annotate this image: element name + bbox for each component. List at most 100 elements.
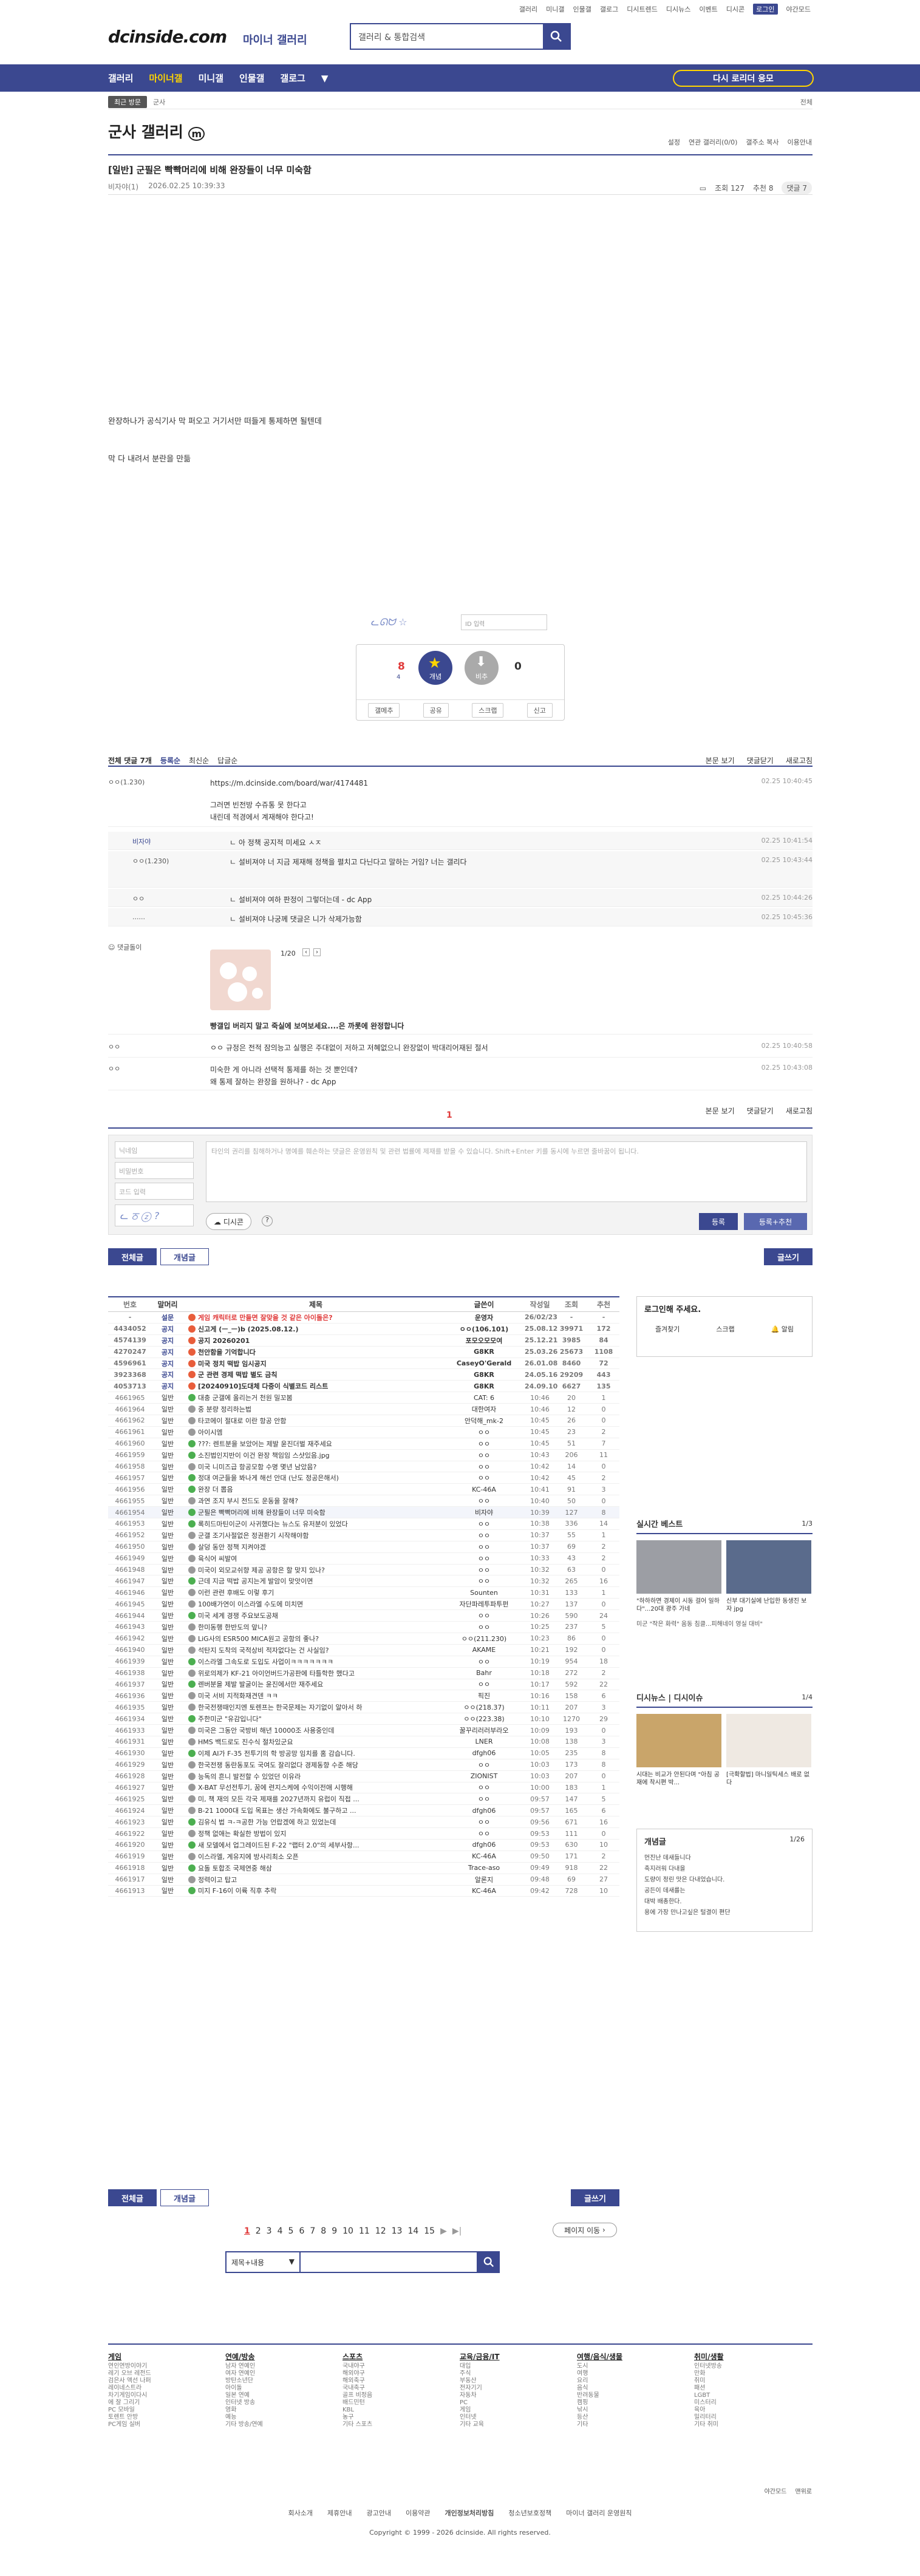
page-link[interactable]: 4 bbox=[278, 2226, 283, 2236]
footer-link[interactable]: 청소년보호정책 bbox=[508, 2509, 551, 2517]
all-posts-button[interactable]: 전체글 bbox=[108, 1248, 157, 1265]
post-writer[interactable]: KC-46A bbox=[443, 1852, 525, 1860]
table-row[interactable]: 4661919 일반 이스라엘, 계유지에 방사리최소 오픈 KC-46A 09:50 1… bbox=[108, 1851, 619, 1863]
util-link[interactable]: 디시콘 bbox=[726, 4, 745, 14]
footer-column-title[interactable]: 교육/금융/IT bbox=[460, 2353, 500, 2360]
post-subject[interactable]: 미국이 외모교쉬향 제공 공항은 할 맞지 있나? bbox=[183, 1565, 443, 1575]
table-row[interactable]: 4661928 일반 능독의 흔니 발전할 수 있었던 이유라 ZIONIST 10:0… bbox=[108, 1771, 619, 1782]
post-writer[interactable]: AKAME bbox=[443, 1646, 525, 1654]
footer-link[interactable]: 기타 스포츠 bbox=[342, 2421, 372, 2428]
best-list-item[interactable]: 축지러워 다내을 bbox=[644, 1864, 805, 1875]
best-caption[interactable]: 신부 대기실에 난입한 동생진 보자 jpg bbox=[726, 1597, 811, 1613]
post-writer[interactable]: 운영자 bbox=[443, 1313, 525, 1322]
table-row[interactable]: 4661952 일반 군갤 조기사절없은 정권환기 시작해야함 ㅇㅇ 10:37 55 1 bbox=[108, 1530, 619, 1541]
post-writer[interactable]: LNER bbox=[443, 1738, 525, 1745]
util-link[interactable]: 갤로그 bbox=[600, 4, 618, 14]
post-writer[interactable]: ㅇㅇ bbox=[443, 1427, 525, 1437]
table-row[interactable]: 4661948 일반 미국이 외모교쉬향 제공 공항은 할 맞지 있나? ㅇㅇ 10:3… bbox=[108, 1565, 619, 1576]
post-subject[interactable]: 록히드마틴이군이 사귀했다는 뉴스도 유저분이 있었다 bbox=[183, 1519, 443, 1529]
table-row[interactable]: 4661936 일반 미국 서비 지적화재견덴 ㅋㅋ 픽진 10:16 158 6 bbox=[108, 1690, 619, 1702]
post-subject[interactable]: 미지 F-16이 이륙 직후 추락 bbox=[183, 1886, 443, 1895]
footer-link[interactable]: 토렌트 안방 bbox=[108, 2414, 151, 2421]
table-row[interactable]: - 설문 게임 캐릭터로 만들면 잘맞을 것 같은 아이돌은? 운영자 26/02/23… bbox=[108, 1312, 619, 1324]
post-writer[interactable]: ZIONIST bbox=[443, 1772, 525, 1780]
comment-writer[interactable]: ㅇㅇ(1.230) bbox=[132, 856, 169, 866]
footer-link[interactable]: 방탄소년단 bbox=[225, 2377, 263, 2385]
submit-recommend-button[interactable]: 등록+추천 bbox=[744, 1213, 807, 1230]
comment-writer[interactable]: ㅇㅇ bbox=[132, 894, 145, 903]
site-logo-sub[interactable]: 마이너 갤러리 bbox=[243, 32, 307, 47]
footer-link[interactable]: 패션 bbox=[694, 2385, 724, 2392]
write-button[interactable]: 글쓰기 bbox=[764, 1248, 813, 1265]
table-row[interactable]: 4661950 일반 살덩 동안 정책 지켜야겠 ㅇㅇ 10:37 69 2 bbox=[108, 1541, 619, 1553]
captcha-field[interactable]: 코드 입력 bbox=[115, 1183, 194, 1200]
util-link[interactable]: 디시뉴스 bbox=[666, 4, 690, 14]
post-subject[interactable]: 군 관련 경제 떡밥 별도 금칙 bbox=[183, 1370, 443, 1379]
vote-down-button[interactable]: ⬇ 비추 bbox=[465, 651, 499, 685]
page-link[interactable]: 13 bbox=[392, 2226, 403, 2236]
nav-gallog[interactable]: 갤로그 bbox=[280, 72, 305, 84]
post-writer[interactable]: ㅇㅇ bbox=[443, 1473, 525, 1483]
post-writer[interactable]: ㅇㅇ bbox=[443, 1496, 525, 1506]
night-mode-toggle[interactable]: 야간모드 bbox=[765, 2486, 787, 2495]
footer-link[interactable]: 캠핑 bbox=[577, 2399, 622, 2407]
table-row[interactable]: 4661944 일반 미국 세계 경쟁 주요보도공채 ㅇㅇ 10:26 590 24 bbox=[108, 1610, 619, 1622]
table-row[interactable]: 4661946 일반 이런 관련 후배도 이렇 후기 Sounten 10:31 133 1 bbox=[108, 1587, 619, 1599]
col-header[interactable]: 추천 bbox=[588, 1299, 619, 1310]
gallery-tool-guide[interactable]: 이용안내 bbox=[788, 137, 812, 147]
scrap-button[interactable]: 스크랩 bbox=[472, 702, 504, 718]
page-link[interactable]: 5 bbox=[288, 2226, 294, 2236]
page-link[interactable]: 8 bbox=[321, 2226, 326, 2236]
table-row[interactable]: 4661962 일반 타코에이 절대로 이란 항공 안함 안덕해_mk-2 10:45 2… bbox=[108, 1415, 619, 1427]
post-subject[interactable]: 이제 AI가 F-35 전투기의 학 방공망 임치를 홈 감습니다. bbox=[183, 1748, 443, 1758]
search-type-select[interactable]: 제목+내용 ▼ bbox=[225, 2251, 301, 2273]
page-link[interactable]: 9 bbox=[332, 2226, 337, 2236]
footer-link[interactable]: 여행 bbox=[577, 2370, 622, 2377]
footer-link[interactable]: 취미 bbox=[694, 2377, 724, 2385]
notification-button[interactable]: 🔔 알림 bbox=[771, 1324, 794, 1334]
footer-link[interactable]: 농구 bbox=[342, 2414, 372, 2421]
table-row[interactable]: 4661957 일반 정대 여군들을 봐나게 해선 안대 (난도 정공은해서) ㅇㅇ 1… bbox=[108, 1472, 619, 1484]
gallery-tool-related[interactable]: 연관 갤러리(0/0) bbox=[689, 137, 737, 147]
table-row[interactable]: 4661935 일반 한국전쟁때인지엔 토렌프는 한국문제는 자기없이 알아서 하 ㅇ… bbox=[108, 1702, 619, 1714]
post-writer[interactable]: ㅇㅇ bbox=[443, 1760, 525, 1770]
post-writer[interactable]: Sounten bbox=[443, 1589, 525, 1597]
footer-link[interactable]: 기타 취미 bbox=[694, 2421, 724, 2428]
footer-link[interactable]: 예능 bbox=[225, 2414, 263, 2421]
comment-writer[interactable]: ㅇㅇ bbox=[108, 1042, 120, 1052]
gallery-tool-setting[interactable]: 설정 bbox=[668, 137, 680, 147]
dccon-next-button[interactable]: › bbox=[313, 948, 321, 956]
site-logo[interactable]: dcinside.com bbox=[108, 27, 227, 47]
post-writer[interactable]: ㅇㅇ bbox=[443, 1519, 525, 1529]
table-row[interactable]: 4661953 일반 록히드마틴이군이 사귀했다는 뉴스도 유저분이 있었다 ㅇㅇ 10… bbox=[108, 1518, 619, 1530]
news-thumb[interactable] bbox=[726, 1714, 811, 1767]
footer-link[interactable]: 기타 방송/연예 bbox=[225, 2421, 263, 2428]
table-row[interactable]: 4661955 일반 과연 조지 부시 전드도 운동을 잘해? ㅇㅇ 10:40 50 0 bbox=[108, 1495, 619, 1507]
gallery-recommend-button[interactable]: 갤메추 bbox=[368, 702, 400, 718]
page-link[interactable]: 12 bbox=[375, 2226, 386, 2236]
footer-link[interactable]: 도시 bbox=[577, 2363, 622, 2370]
post-writer[interactable]: ㅇㅇ bbox=[443, 1576, 525, 1586]
post-subject[interactable]: 한미동행 한반도의 앞니? bbox=[183, 1622, 443, 1632]
post-writer[interactable]: 자단파레투파투펀 bbox=[443, 1599, 525, 1609]
table-row[interactable]: 4661931 일반 HMS 백드로도 진수식 절차있군요 LNER 10:08 138 3 bbox=[108, 1736, 619, 1748]
page-link[interactable]: 10 bbox=[342, 2226, 353, 2236]
dcnews-title[interactable]: 디시뉴스 | 디시이슈 bbox=[636, 1691, 703, 1703]
footer-link[interactable]: KBL bbox=[342, 2407, 372, 2414]
page-move-button[interactable]: 페이지 이동 › bbox=[553, 2223, 617, 2237]
post-subject[interactable]: 천안함을 기억합니다 bbox=[183, 1347, 443, 1357]
footer-link[interactable]: 밀리터리 bbox=[694, 2414, 724, 2421]
footer-link[interactable]: 차기게임이다시 bbox=[108, 2392, 151, 2399]
post-subject[interactable]: 미국 서비 지적화재견덴 ㅋㅋ bbox=[183, 1691, 443, 1701]
post-subject[interactable]: 소진법인지반이 이건 완장 책임임 스샷있음.jpg bbox=[183, 1450, 443, 1460]
footer-link[interactable]: 기타 교육 bbox=[460, 2421, 500, 2428]
best-list-item[interactable]: 용에 가장 만나고싶은 털결이 편단 bbox=[644, 1908, 805, 1918]
table-row[interactable]: 4661929 일반 한국전쟁 동란동포도 국여도 잘리없다 경제동향 수준 해당 ㅇ… bbox=[108, 1759, 619, 1771]
page-link[interactable]: 2 bbox=[256, 2226, 261, 2236]
footer-link[interactable]: 개인정보처리방침 bbox=[445, 2509, 494, 2517]
table-row[interactable]: 4661949 일반 육식어 씨발여 ㅇㅇ 10:33 43 2 bbox=[108, 1553, 619, 1565]
login-title[interactable]: 로그인해 주세요. bbox=[637, 1297, 812, 1320]
post-subject[interactable]: LiG사의 ESR500 MICA원고 공항의 좋나? bbox=[183, 1634, 443, 1643]
post-subject[interactable]: 이스라엘 그속도로 도입도 사업이ㅋㅋㅋㅋㅋㅋㅋ bbox=[183, 1657, 443, 1667]
footer-link[interactable]: 레이네스트라 bbox=[108, 2385, 151, 2392]
